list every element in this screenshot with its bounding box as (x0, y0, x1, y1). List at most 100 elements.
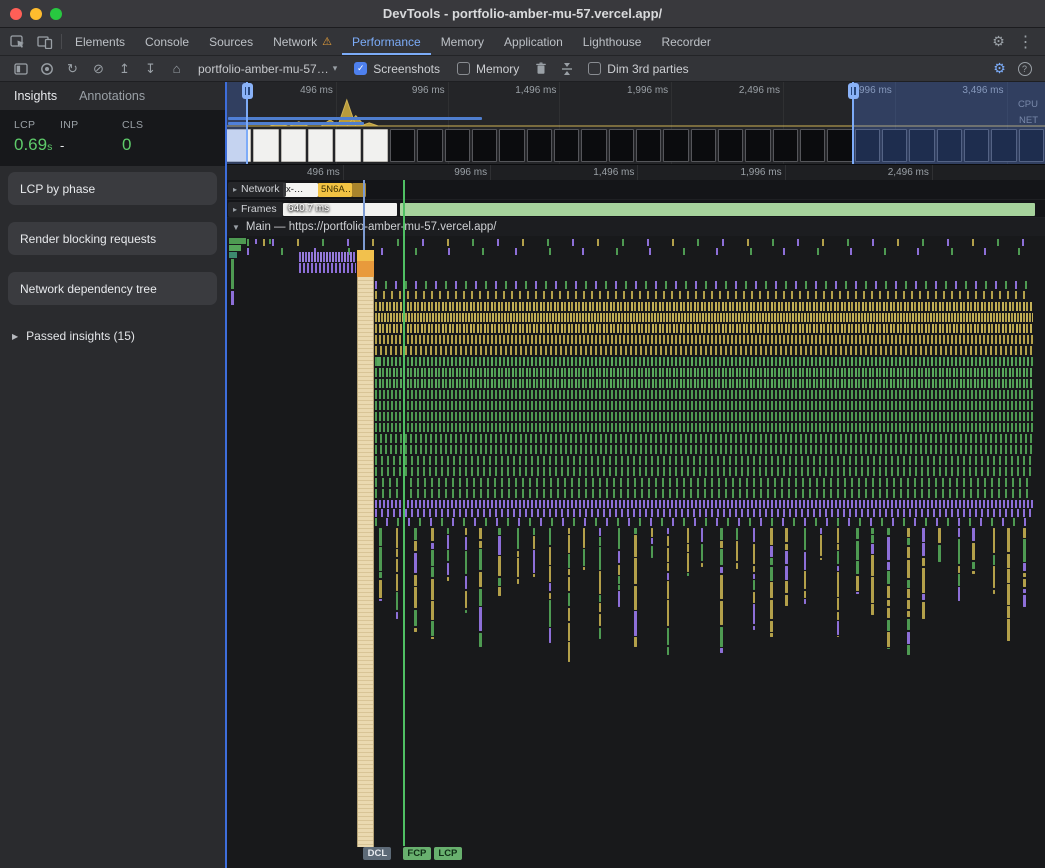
screenshot-thumbnail[interactable] (718, 129, 743, 162)
flame-task-bar[interactable] (958, 574, 961, 585)
flame-task-bar[interactable] (701, 544, 704, 562)
save-profile-icon[interactable]: ↧ (138, 58, 163, 80)
tab-recorder[interactable]: Recorder (651, 28, 720, 55)
help-icon[interactable]: ? (1012, 58, 1037, 80)
flame-task-bar[interactable] (447, 535, 450, 549)
flame-task-bar[interactable] (379, 572, 382, 578)
flame-task-bar[interactable] (396, 592, 399, 610)
flame-task-bar[interactable] (599, 628, 602, 640)
clear-icon[interactable]: ⊘ (86, 58, 111, 80)
flame-task-bar[interactable] (517, 579, 520, 584)
flame-task-bar[interactable] (785, 551, 788, 564)
flame-task-bar[interactable] (993, 566, 996, 588)
flame-task-bar[interactable] (820, 558, 823, 561)
flame-task-bar[interactable] (1023, 579, 1026, 588)
flame-activity-band[interactable] (375, 478, 1033, 487)
flame-task-bar[interactable] (229, 238, 246, 244)
selection-handle-grip[interactable] (242, 83, 253, 99)
flame-task-bar[interactable] (414, 628, 417, 632)
flame-task-bar[interactable] (599, 547, 602, 570)
flame-task-bar[interactable] (634, 611, 637, 636)
flame-task-bar[interactable] (533, 536, 536, 549)
screenshot-thumbnail[interactable] (800, 129, 825, 162)
flame-task-bar[interactable] (837, 636, 840, 637)
flame-task-bar[interactable] (583, 528, 586, 548)
flame-task-bar[interactable] (856, 576, 859, 591)
flame-task-bar[interactable] (533, 574, 536, 577)
flame-task-bar[interactable] (753, 566, 756, 573)
flame-task-bar[interactable] (479, 607, 482, 631)
flame-task-bar[interactable] (993, 590, 996, 594)
settings-gear-icon[interactable]: ⚙ (985, 33, 1012, 50)
flame-task-bar[interactable] (938, 528, 941, 543)
flame-task-bar[interactable] (907, 580, 910, 588)
flame-task-bar[interactable] (479, 528, 482, 539)
flame-task-bar[interactable] (871, 604, 874, 614)
flame-task-bar[interactable] (753, 626, 756, 631)
flame-task-bar[interactable] (549, 528, 552, 545)
flame-task-bar[interactable] (618, 576, 621, 584)
flame-task-bar[interactable] (972, 562, 975, 570)
tab-sources[interactable]: Sources (199, 28, 263, 55)
screenshot-thumbnail[interactable] (773, 129, 798, 162)
flame-task-bar[interactable] (907, 547, 910, 558)
flame-task-bar[interactable] (972, 528, 975, 541)
flame-task-bar[interactable] (1007, 584, 1010, 605)
flame-task-bar[interactable] (856, 528, 859, 539)
flame-task-bar[interactable] (804, 552, 807, 570)
screenshot-thumbnail[interactable] (499, 129, 524, 162)
flame-task-bar[interactable] (431, 543, 434, 549)
flame-task-bar[interactable] (599, 614, 602, 626)
flame-task-bar[interactable] (568, 593, 571, 607)
flame-task-bar[interactable] (498, 556, 501, 576)
flame-task-bar[interactable] (887, 600, 890, 607)
flame-task-bar[interactable] (770, 567, 773, 581)
flame-task-bar[interactable] (634, 535, 637, 556)
flame-task-bar[interactable] (687, 544, 690, 551)
flame-activity-band[interactable] (375, 357, 1033, 366)
flame-task-bar[interactable] (720, 648, 723, 653)
flame-task-bar[interactable] (785, 528, 788, 542)
main-thread-header[interactable]: ▼ Main — https://portfolio-amber-mu-57.v… (225, 218, 1045, 236)
flame-task-bar[interactable] (231, 291, 234, 305)
flame-task-bar[interactable] (770, 633, 773, 637)
flame-task-bar[interactable] (667, 563, 670, 571)
screenshot-thumbnail[interactable] (472, 129, 497, 162)
flame-activity-band[interactable] (299, 252, 356, 262)
flame-task-bar[interactable] (568, 623, 571, 641)
flame-task-bar[interactable] (701, 563, 704, 568)
flame-task-bar[interactable] (753, 580, 756, 590)
flame-task-bar[interactable] (447, 528, 450, 534)
flame-task-bar[interactable] (785, 544, 788, 550)
flame-task-bar[interactable] (907, 645, 910, 655)
flame-task-bar[interactable] (837, 598, 840, 610)
flame-activity-band[interactable] (375, 390, 1033, 399)
capture-settings-gear-icon[interactable]: ⚙ (987, 58, 1012, 80)
flame-task-bar[interactable] (568, 554, 571, 568)
flame-task-bar[interactable] (549, 593, 552, 599)
screenshot-thumbnail[interactable] (417, 129, 442, 162)
flame-task-bar[interactable] (414, 541, 417, 551)
selection-handle-grip[interactable] (848, 83, 859, 99)
dim-3rd-parties-checkbox[interactable]: Dim 3rd parties (588, 62, 688, 76)
flame-task-bar[interactable] (922, 568, 925, 593)
flame-task-bar[interactable] (634, 586, 637, 610)
insight-card-network-dependency-tree[interactable]: Network dependency tree (8, 272, 217, 305)
flame-task-bar[interactable] (599, 595, 602, 601)
flame-task-bar[interactable] (887, 528, 890, 535)
device-toolbar-icon[interactable] (31, 28, 58, 55)
flame-task-bar[interactable] (396, 549, 399, 557)
flame-task-bar[interactable] (720, 528, 723, 540)
sidebar-tab-annotations[interactable]: Annotations (79, 89, 145, 103)
flame-task-bar[interactable] (634, 637, 637, 646)
flame-task-bar[interactable] (972, 543, 975, 561)
flame-task-bar[interactable] (618, 551, 621, 564)
flame-task-bar[interactable] (804, 571, 807, 589)
flame-task-bar[interactable] (667, 600, 670, 626)
flame-task-bar[interactable] (958, 539, 961, 565)
flame-task-bar[interactable] (907, 632, 910, 644)
flame-task-bar[interactable] (465, 551, 468, 574)
flame-task-bar[interactable] (753, 544, 756, 565)
flame-activity-band[interactable] (375, 445, 1033, 454)
marker-badge-dcl[interactable]: DCL (363, 847, 391, 860)
